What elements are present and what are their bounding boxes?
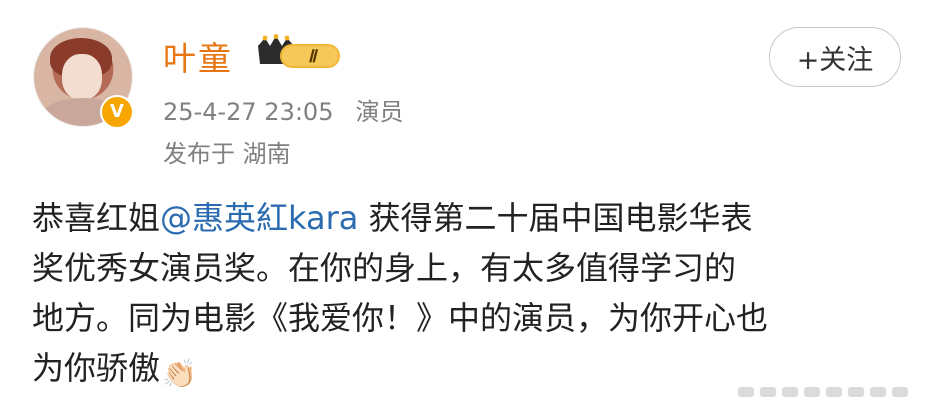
mention-link[interactable]: @惠英紅kara	[160, 199, 358, 237]
content-text: 恭喜红姐	[32, 199, 161, 237]
content-text: 获得第二十届中国电影华表	[358, 199, 753, 237]
follow-button[interactable]: +关注	[769, 27, 901, 87]
content-line-3: 地方。同为电影《我爱你！》中的演员，为你开心也	[32, 299, 769, 337]
crown-vip-badge-icon[interactable]: Ⅱ	[252, 34, 344, 72]
post-meta: 25-4-27 23:05 演员	[163, 92, 403, 127]
content-line-2: 奖优秀女演员奖。在你的身上，有太多值得学习的	[32, 249, 737, 287]
watermark-icon	[738, 387, 908, 397]
weibo-post-card: V 叶童 Ⅱ 25-4-27 23:05 演员 发布于 湖南 +关注 恭喜红姐@惠…	[0, 0, 932, 413]
avatar-face	[62, 54, 102, 100]
post-location: 发布于 湖南	[163, 140, 291, 168]
post-timestamp[interactable]: 25-4-27 23:05	[163, 98, 333, 126]
post-source: 演员	[355, 98, 404, 126]
verified-v-icon: V	[100, 95, 134, 129]
content-text: 为你骄傲	[32, 349, 161, 387]
username[interactable]: 叶童	[163, 32, 233, 80]
post-content: 恭喜红姐@惠英紅kara 获得第二十届中国电影华表 奖优秀女演员奖。在你的身上，…	[32, 193, 912, 399]
clapping-hands-icon: 👏🏻	[162, 357, 197, 390]
content-line-1: 恭喜红姐@惠英紅kara 获得第二十届中国电影华表	[32, 193, 912, 243]
